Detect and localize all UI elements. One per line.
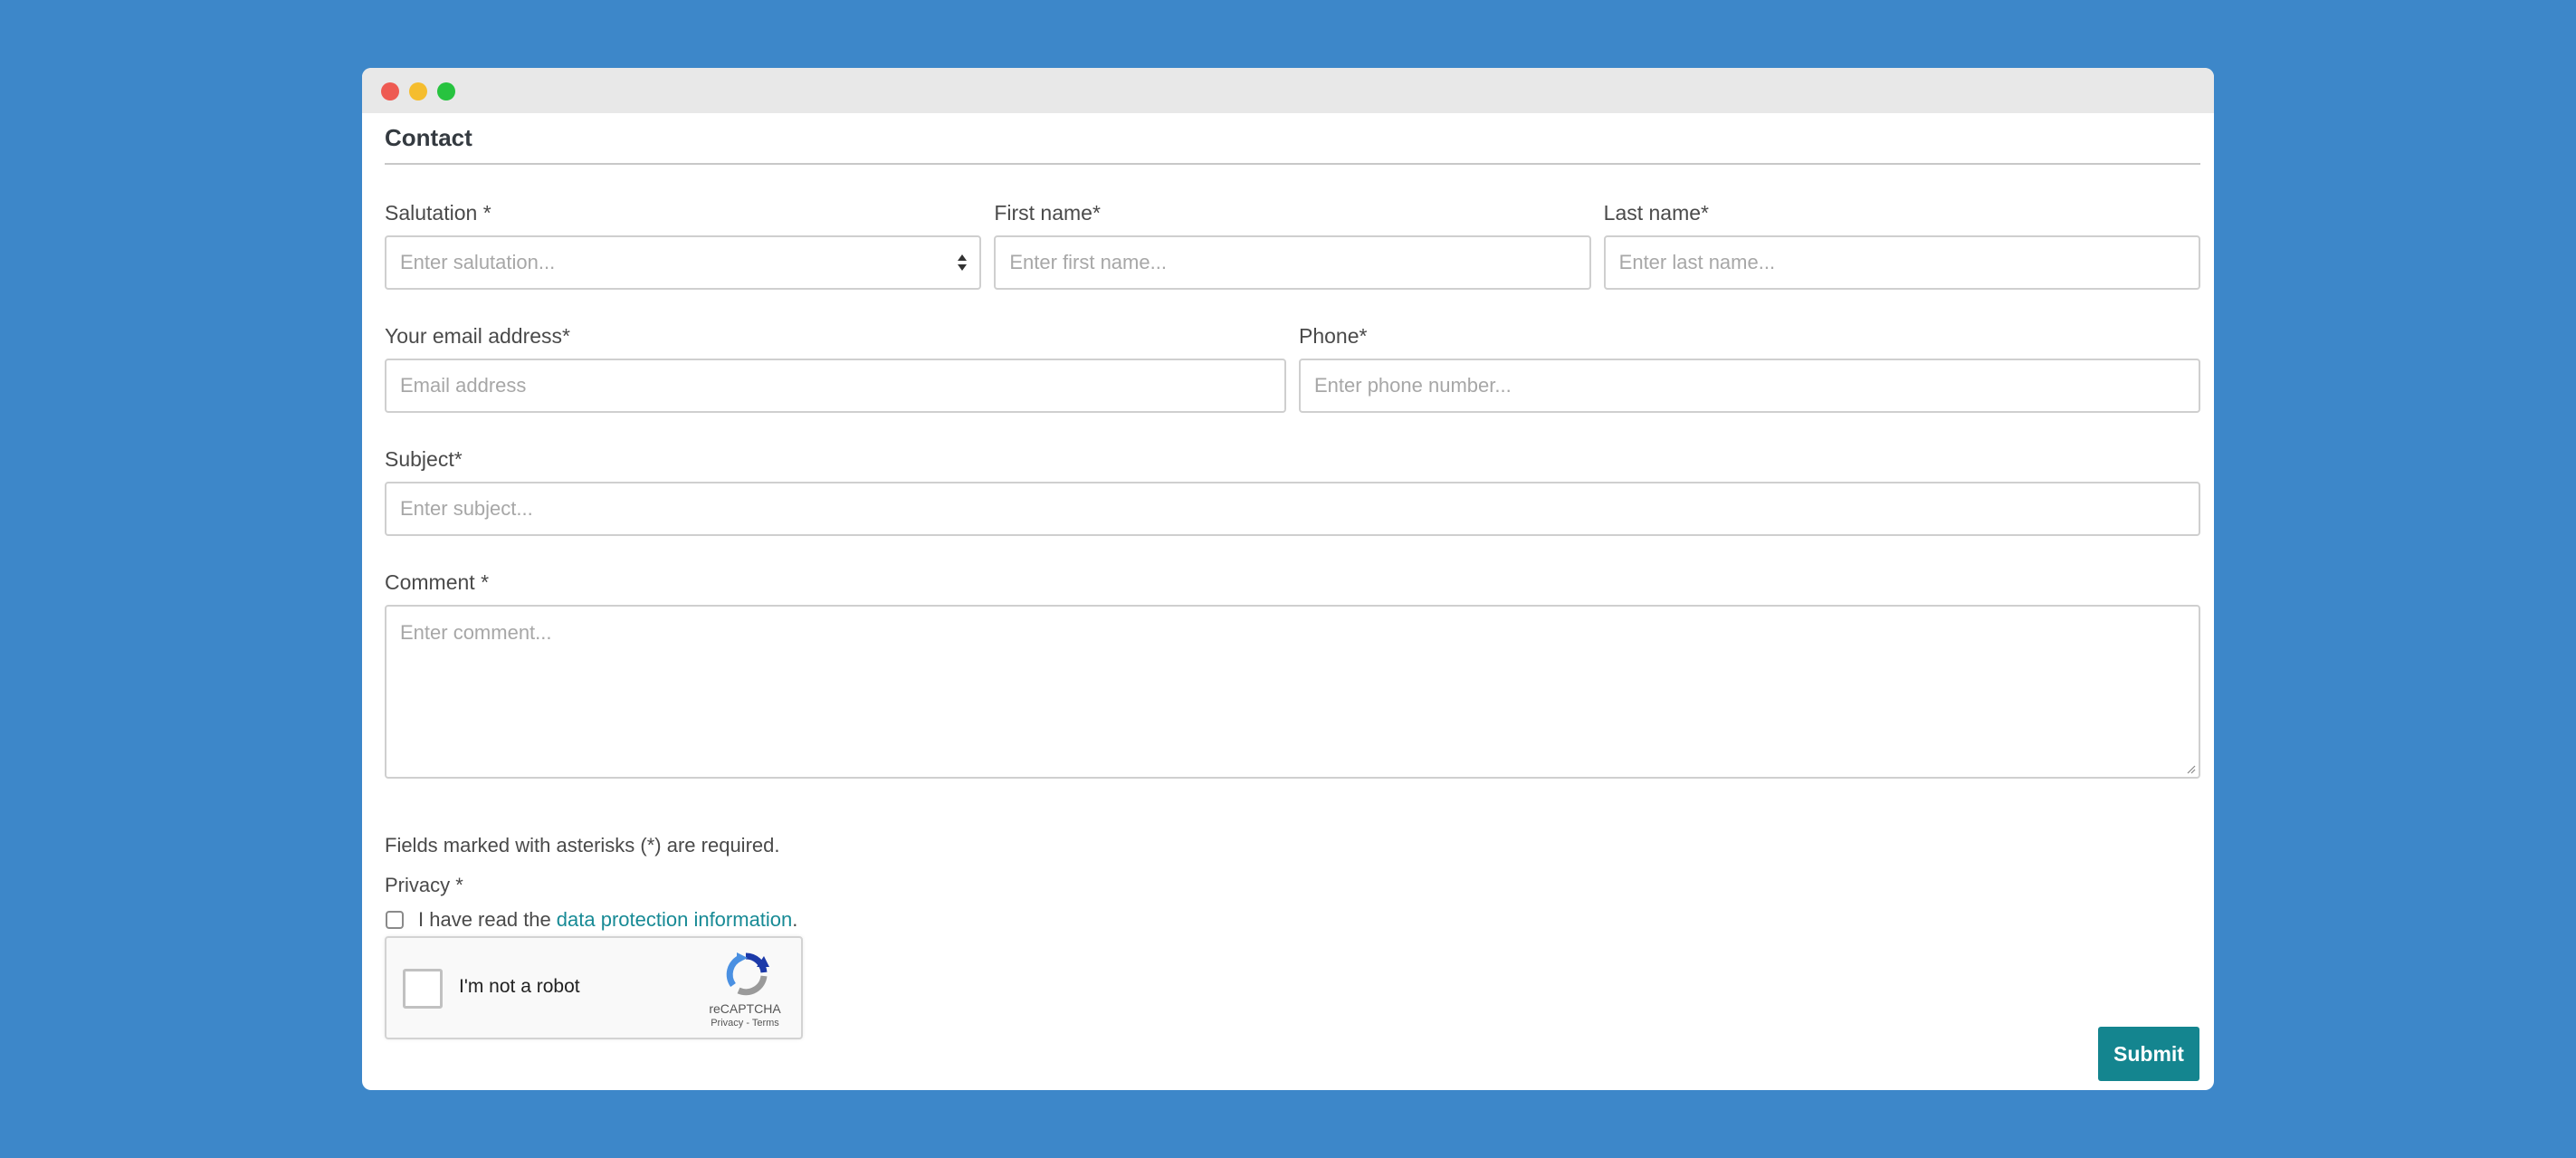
- email-input[interactable]: Email address: [385, 359, 1286, 413]
- salutation-placeholder: Enter salutation...: [400, 251, 556, 273]
- email-field: Your email address* Email address: [385, 324, 1286, 413]
- close-window-button[interactable]: [381, 82, 399, 100]
- submit-button[interactable]: Submit: [2098, 1027, 2199, 1081]
- last-name-placeholder: Enter last name...: [1618, 251, 1776, 273]
- first-name-field: First name* Enter first name...: [994, 201, 1591, 290]
- minimize-window-button[interactable]: [409, 82, 427, 100]
- privacy-label: Privacy *: [385, 874, 463, 896]
- last-name-field: Last name* Enter last name...: [1603, 201, 2200, 290]
- browser-window: Contact Salutation * Enter salutation...…: [362, 68, 2214, 1090]
- maximize-window-button[interactable]: [437, 82, 455, 100]
- select-arrows-icon: [958, 254, 968, 271]
- privacy-checkbox[interactable]: [386, 911, 404, 929]
- salutation-label: Salutation *: [385, 201, 491, 225]
- contact-row: Your email address* Email address Phone*…: [385, 324, 2200, 413]
- subject-field: Subject* Enter subject...: [385, 447, 2200, 536]
- resize-grip-icon[interactable]: [2185, 763, 2196, 774]
- last-name-input[interactable]: Enter last name...: [1603, 235, 2200, 290]
- phone-input[interactable]: Enter phone number...: [1299, 359, 2200, 413]
- first-name-label: First name*: [994, 201, 1101, 225]
- comment-textarea[interactable]: Enter comment...: [385, 605, 2200, 779]
- window-titlebar: [362, 68, 2214, 113]
- recaptcha-logo-icon: [726, 952, 769, 996]
- first-name-placeholder: Enter first name...: [1009, 251, 1167, 273]
- privacy-consent: I have read the data protection informat…: [385, 907, 2200, 933]
- phone-placeholder: Enter phone number...: [1314, 374, 1512, 397]
- phone-label: Phone*: [1299, 324, 1368, 348]
- first-name-input[interactable]: Enter first name...: [994, 235, 1591, 290]
- contact-form: Contact Salutation * Enter salutation...…: [385, 113, 2200, 1039]
- data-protection-link[interactable]: data protection information: [557, 908, 793, 932]
- subject-label: Subject*: [385, 447, 463, 471]
- privacy-consent-text: I have read the: [418, 908, 551, 931]
- email-label: Your email address*: [385, 324, 570, 348]
- recaptcha-privacy-terms[interactable]: Privacy - Terms: [705, 1018, 785, 1029]
- phone-field: Phone* Enter phone number...: [1299, 324, 2200, 413]
- privacy-consent-suffix: .: [792, 908, 798, 931]
- required-fields-note: Fields marked with asterisks (*) are req…: [385, 834, 780, 857]
- recaptcha-widget: I'm not a robot reCAPTCHA Privacy - Term…: [385, 936, 803, 1039]
- comment-row: Comment * Enter comment...: [385, 570, 2200, 779]
- last-name-label: Last name*: [1603, 201, 1710, 225]
- comment-label: Comment *: [385, 570, 490, 594]
- recaptcha-checkbox[interactable]: [403, 969, 443, 1009]
- email-placeholder: Email address: [400, 374, 527, 397]
- recaptcha-label: I'm not a robot: [459, 976, 580, 997]
- subject-row: Subject* Enter subject...: [385, 447, 2200, 536]
- form-title: Contact: [385, 113, 2200, 165]
- comment-field: Comment * Enter comment...: [385, 570, 2200, 779]
- name-row: Salutation * Enter salutation... First n…: [385, 201, 2200, 290]
- comment-placeholder: Enter comment...: [400, 621, 552, 644]
- salutation-select[interactable]: Enter salutation...: [385, 235, 982, 290]
- subject-input[interactable]: Enter subject...: [385, 482, 2200, 536]
- recaptcha-brand: reCAPTCHA: [709, 1001, 781, 1016]
- subject-placeholder: Enter subject...: [400, 497, 533, 520]
- salutation-field: Salutation * Enter salutation...: [385, 201, 982, 290]
